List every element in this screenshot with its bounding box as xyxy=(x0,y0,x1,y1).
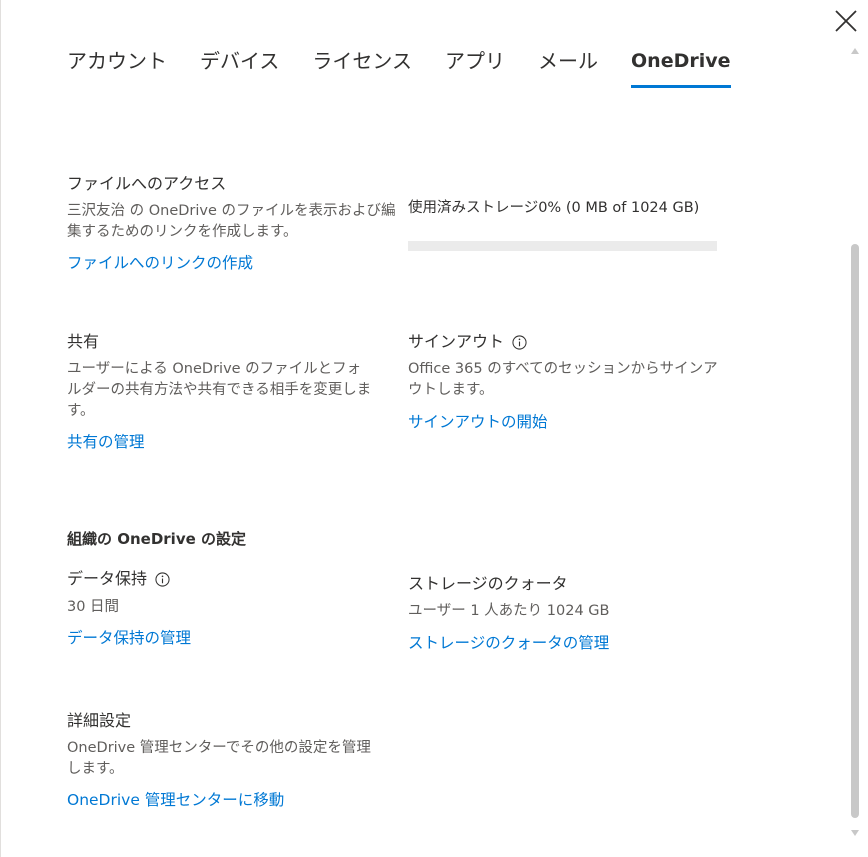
tab-licenses[interactable]: ライセンス xyxy=(312,44,412,90)
tab-devices[interactable]: デバイス xyxy=(200,44,279,90)
info-icon[interactable] xyxy=(512,335,527,350)
onedrive-admin-center-link[interactable]: OneDrive 管理センターに移動 xyxy=(67,788,284,810)
quota-heading: ストレージのクォータ xyxy=(408,574,568,593)
tab-account[interactable]: アカウント xyxy=(67,44,167,90)
sharing-heading: 共有 xyxy=(67,332,100,351)
tab-apps[interactable]: アプリ xyxy=(445,44,505,90)
retention-heading: データ保持 xyxy=(67,569,148,588)
manage-quota-link[interactable]: ストレージのクォータの管理 xyxy=(408,631,609,653)
create-file-link[interactable]: ファイルへのリンクの作成 xyxy=(67,251,253,273)
sign-out-description: Office 365 のすべてのセッションからサインアウトします。 xyxy=(408,361,718,398)
quota-value: ユーザー 1 人あたり 1024 GB xyxy=(408,603,610,619)
close-button[interactable] xyxy=(835,10,857,32)
retention-value: 30 日間 xyxy=(67,599,120,615)
sharing-description: ユーザーによる OneDrive のファイルとフォルダーの共有方法や共有できる相… xyxy=(67,361,372,419)
file-access-heading: ファイルへのアクセス xyxy=(67,174,227,193)
start-sign-out-link[interactable]: サインアウトの開始 xyxy=(408,410,548,432)
tab-onedrive[interactable]: OneDrive xyxy=(631,44,731,90)
tab-bar: アカウント デバイス ライセンス アプリ メール OneDrive xyxy=(67,44,764,90)
advanced-settings-description: OneDrive 管理センターでその他の設定を管理します。 xyxy=(67,740,371,777)
chevron-down-icon[interactable] xyxy=(851,830,859,836)
manage-sharing-link[interactable]: 共有の管理 xyxy=(67,430,145,452)
advanced-settings-heading: 詳細設定 xyxy=(67,711,132,730)
sign-out-heading: サインアウト xyxy=(408,332,505,351)
vertical-scrollbar[interactable] xyxy=(849,40,861,840)
scrollbar-thumb[interactable] xyxy=(851,244,859,818)
sign-out-heading-row: サインアウト xyxy=(408,328,527,352)
close-icon xyxy=(835,10,857,32)
chevron-up-icon[interactable] xyxy=(851,48,859,54)
tab-mail[interactable]: メール xyxy=(538,44,598,90)
storage-progress-bar xyxy=(408,241,717,251)
manage-retention-link[interactable]: データ保持の管理 xyxy=(67,626,191,648)
file-access-description: 三沢友治 の OneDrive のファイルを表示および編集するためのリンクを作成… xyxy=(67,203,396,240)
onedrive-settings-panel: アカウント デバイス ライセンス アプリ メール OneDrive ファイルへの… xyxy=(0,0,868,857)
retention-heading-row: データ保持 xyxy=(67,565,170,589)
info-icon[interactable] xyxy=(155,572,170,587)
org-settings-heading: 組織の OneDrive の設定 xyxy=(67,530,246,548)
storage-used-label: 使用済みストレージ0% (0 MB of 1024 GB) xyxy=(408,200,700,216)
